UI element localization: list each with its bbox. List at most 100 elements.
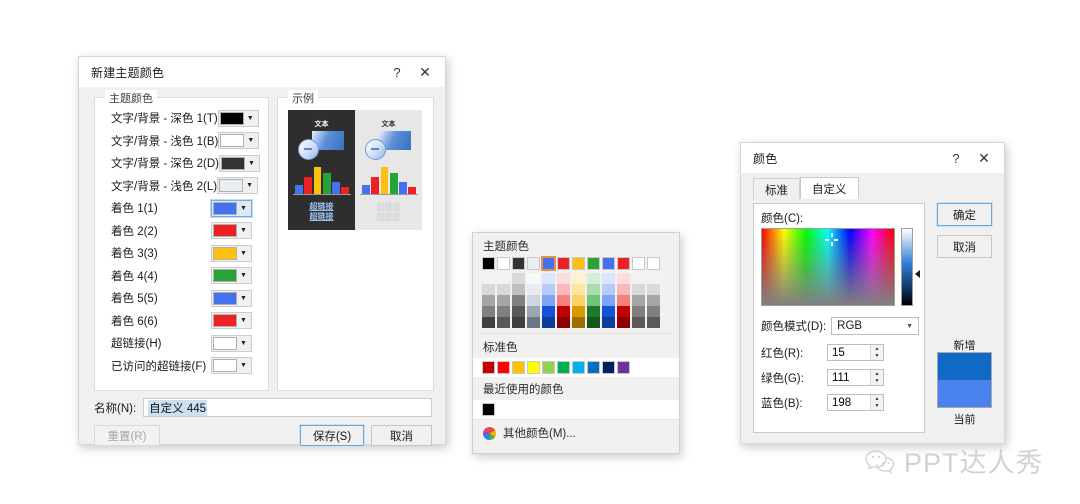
theme-color-swatch-button[interactable]: ▼ (210, 198, 253, 218)
chevron-down-icon[interactable]: ▼ (245, 157, 258, 170)
palette-swatch[interactable] (512, 306, 525, 317)
palette-swatch[interactable] (482, 306, 495, 317)
palette-swatch[interactable] (602, 306, 615, 317)
palette-swatch[interactable] (542, 284, 555, 295)
palette-swatch[interactable] (542, 361, 555, 374)
reset-button[interactable]: 重置(R) (94, 425, 160, 446)
palette-swatch[interactable] (512, 284, 525, 295)
palette-swatch[interactable] (497, 257, 510, 270)
palette-swatch[interactable] (572, 295, 585, 306)
palette-swatch[interactable] (617, 295, 630, 306)
palette-swatch[interactable] (512, 273, 525, 284)
close-icon[interactable]: ✕ (970, 146, 998, 170)
palette-swatch[interactable] (527, 273, 540, 284)
palette-swatch[interactable] (632, 284, 645, 295)
chevron-down-icon[interactable]: ▼ (237, 337, 250, 350)
palette-swatch[interactable] (557, 284, 570, 295)
palette-swatch[interactable] (587, 257, 600, 270)
blue-stepper-arrows[interactable]: ▲ ▼ (870, 395, 883, 410)
help-icon[interactable]: ? (942, 146, 970, 170)
red-stepper[interactable]: 15 ▲ ▼ (827, 344, 884, 361)
theme-color-swatch-button[interactable]: ▼ (211, 267, 252, 285)
green-stepper[interactable]: 111 ▲ ▼ (827, 369, 884, 386)
chevron-down-icon[interactable]: ▼ (237, 359, 250, 372)
palette-swatch[interactable] (512, 295, 525, 306)
palette-swatch[interactable] (497, 295, 510, 306)
palette-swatch[interactable] (647, 295, 660, 306)
stepper-down-icon[interactable]: ▼ (871, 353, 883, 361)
palette-swatch[interactable] (527, 317, 540, 328)
palette-swatch[interactable] (542, 295, 555, 306)
chevron-down-icon[interactable]: ▼ (237, 247, 250, 260)
palette-swatch[interactable] (587, 317, 600, 328)
chevron-down-icon[interactable]: ▼ (237, 224, 250, 237)
palette-swatch[interactable] (617, 273, 630, 284)
palette-swatch[interactable] (512, 257, 525, 270)
palette-swatch[interactable] (647, 284, 660, 295)
palette-swatch[interactable] (602, 284, 615, 295)
chevron-down-icon[interactable]: ▼ (244, 134, 257, 147)
palette-swatch[interactable] (632, 317, 645, 328)
stepper-down-icon[interactable]: ▼ (871, 378, 883, 386)
palette-swatch[interactable] (587, 361, 600, 374)
palette-swatch[interactable] (647, 317, 660, 328)
palette-swatch[interactable] (572, 361, 585, 374)
palette-swatch[interactable] (557, 257, 570, 270)
palette-swatch[interactable] (572, 306, 585, 317)
palette-swatch[interactable] (647, 257, 660, 270)
palette-swatch[interactable] (542, 306, 555, 317)
palette-swatch[interactable] (557, 295, 570, 306)
palette-swatch[interactable] (617, 284, 630, 295)
palette-swatch[interactable] (557, 317, 570, 328)
chevron-down-icon[interactable]: ▼ (237, 269, 250, 282)
chevron-down-icon[interactable]: ▼ (243, 179, 256, 192)
palette-swatch[interactable] (512, 361, 525, 374)
palette-swatch[interactable] (647, 306, 660, 317)
palette-swatch[interactable] (482, 273, 495, 284)
theme-color-swatch-button[interactable]: ▼ (211, 357, 252, 375)
palette-swatch[interactable] (572, 284, 585, 295)
palette-swatch[interactable] (527, 361, 540, 374)
palette-swatch[interactable] (557, 361, 570, 374)
chevron-down-icon[interactable]: ▼ (244, 112, 257, 125)
theme-color-swatch-button[interactable]: ▼ (211, 334, 252, 352)
palette-swatch[interactable] (541, 256, 556, 271)
palette-swatch[interactable] (647, 273, 660, 284)
theme-color-swatch-button[interactable]: ▼ (217, 109, 259, 127)
red-stepper-arrows[interactable]: ▲ ▼ (870, 345, 883, 360)
palette-swatch[interactable] (617, 361, 630, 374)
stepper-down-icon[interactable]: ▼ (871, 403, 883, 411)
palette-swatch[interactable] (632, 306, 645, 317)
palette-swatch[interactable] (602, 257, 615, 270)
palette-swatch[interactable] (602, 361, 615, 374)
palette-swatch[interactable] (572, 257, 585, 270)
help-icon[interactable]: ? (383, 60, 411, 84)
palette-swatch[interactable] (497, 361, 510, 374)
close-icon[interactable]: ✕ (411, 60, 439, 84)
blue-stepper[interactable]: 198 ▲ ▼ (827, 394, 884, 411)
palette-swatch[interactable] (587, 284, 600, 295)
name-input[interactable]: 自定义 445 (143, 398, 432, 417)
palette-swatch[interactable] (602, 273, 615, 284)
palette-swatch[interactable] (557, 273, 570, 284)
palette-swatch[interactable] (482, 403, 495, 416)
tab-standard[interactable]: 标准 (753, 178, 800, 199)
stepper-up-icon[interactable]: ▲ (871, 370, 883, 378)
palette-swatch[interactable] (542, 317, 555, 328)
theme-color-swatch-button[interactable]: ▼ (211, 289, 252, 307)
cancel-button[interactable]: 取消 (371, 425, 432, 446)
save-button[interactable]: 保存(S) (299, 424, 365, 447)
palette-swatch[interactable] (482, 295, 495, 306)
palette-swatch[interactable] (527, 295, 540, 306)
more-colors-menu-item[interactable]: 其他颜色(M)... (473, 419, 679, 445)
palette-swatch[interactable] (482, 361, 495, 374)
theme-color-swatch-button[interactable]: ▼ (218, 132, 260, 150)
theme-color-swatch-button[interactable]: ▼ (218, 154, 260, 172)
palette-swatch[interactable] (497, 306, 510, 317)
palette-swatch[interactable] (527, 306, 540, 317)
luminance-slider-marker[interactable] (915, 270, 920, 278)
palette-swatch[interactable] (497, 273, 510, 284)
cancel-button[interactable]: 取消 (937, 235, 992, 258)
palette-swatch[interactable] (602, 295, 615, 306)
tab-custom[interactable]: 自定义 (800, 177, 859, 199)
